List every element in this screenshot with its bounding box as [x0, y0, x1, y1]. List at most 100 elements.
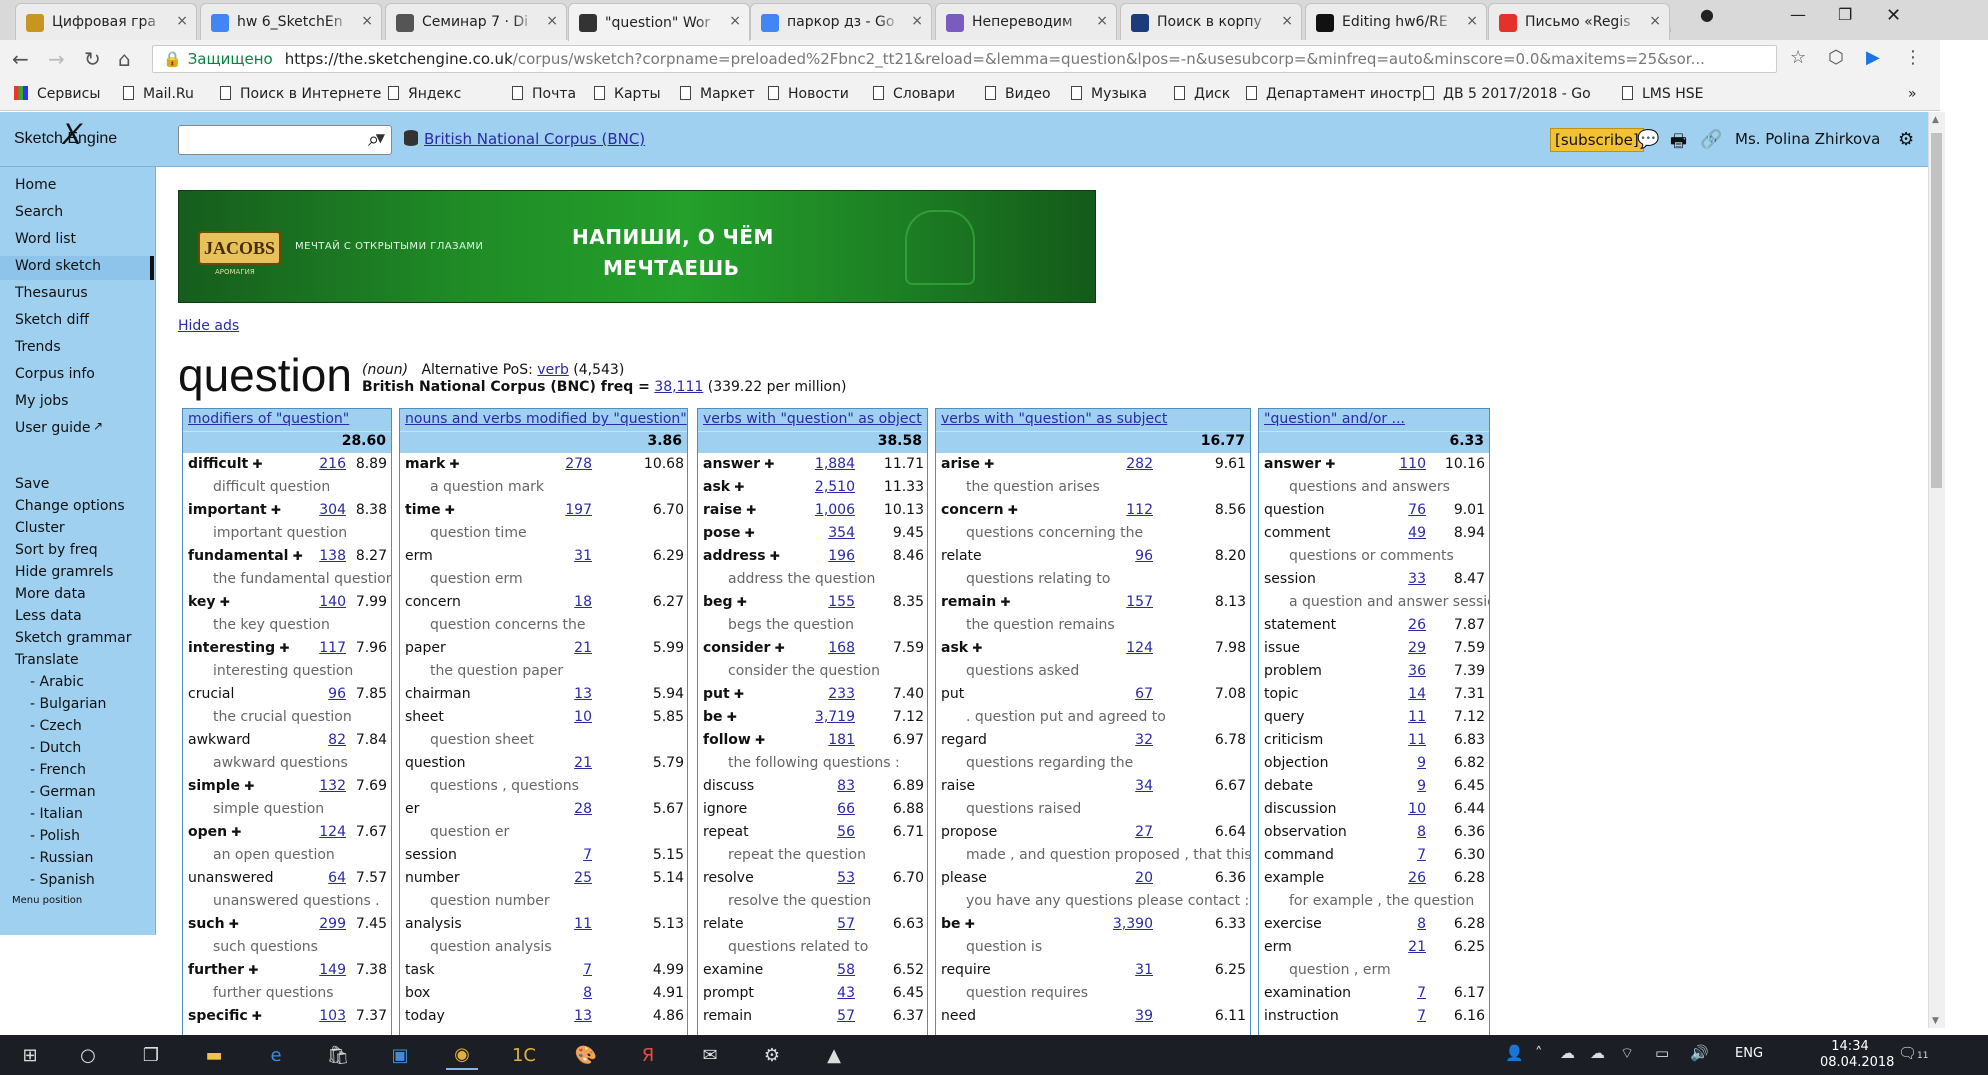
collocate-word[interactable]: answer ✚ — [703, 456, 774, 472]
collocate-freq-link[interactable]: 67 — [1135, 686, 1153, 702]
bookmark-item[interactable]: Яндекс — [388, 86, 461, 102]
scroll-up-icon[interactable]: ▲ — [1932, 115, 1939, 125]
search-taskbar-icon[interactable]: ○ — [72, 1040, 104, 1070]
collocate-word[interactable]: difficult ✚ — [188, 456, 262, 472]
sidebar-item-search[interactable]: Search — [15, 204, 63, 220]
browser-tab[interactable]: паркор дз - Go × — [750, 3, 932, 40]
collocate-word[interactable]: fundamental ✚ — [188, 548, 303, 564]
collocate-word[interactable]: remain — [703, 1008, 752, 1024]
collocate-word[interactable]: remain ✚ — [941, 594, 1010, 610]
reload-icon[interactable]: ↻ — [84, 47, 101, 71]
sidebar-action-less-data[interactable]: Less data — [15, 608, 82, 624]
collocate-freq-link[interactable]: 21 — [574, 640, 592, 656]
collocate-word[interactable]: command — [1264, 847, 1334, 863]
collocate-word[interactable]: raise — [941, 778, 975, 794]
sidebar-item-word-list[interactable]: Word list — [15, 231, 76, 247]
collocate-word[interactable]: examine — [703, 962, 763, 978]
collocate-word[interactable]: comment — [1264, 525, 1331, 541]
collocate-word[interactable]: need — [941, 1008, 976, 1024]
collocate-word[interactable]: concern — [405, 594, 461, 610]
sidebar-item-home[interactable]: Home — [15, 177, 56, 193]
plus-icon[interactable]: ✚ — [742, 503, 756, 517]
bookmark-item[interactable]: ДВ 5 2017/2018 - Go — [1423, 86, 1591, 102]
sidebar-item-trends[interactable]: Trends — [15, 339, 61, 355]
plus-icon[interactable]: ✚ — [751, 733, 765, 747]
collocate-freq-link[interactable]: 168 — [828, 640, 855, 656]
collocate-freq-link[interactable]: 13 — [574, 1008, 592, 1024]
close-tab-icon[interactable]: × — [911, 13, 923, 29]
collocate-word[interactable]: further ✚ — [188, 962, 258, 978]
sidebar-language[interactable]: - German — [30, 784, 96, 800]
yandex-icon[interactable]: Я — [632, 1040, 664, 1070]
collocate-freq-link[interactable]: 21 — [574, 755, 592, 771]
user-name[interactable]: Ms. Polina Zhirkova — [1735, 130, 1880, 148]
sidebar-item-sketch-diff[interactable]: Sketch diff — [15, 312, 89, 328]
collocate-word[interactable]: task — [405, 962, 434, 978]
gramrel-link[interactable]: "question" and/or ... — [1264, 411, 1405, 427]
collocate-freq-link[interactable]: 96 — [328, 686, 346, 702]
collocate-word[interactable]: please — [941, 870, 987, 886]
sidebar-action-translate[interactable]: Translate — [15, 652, 79, 668]
collocate-freq-link[interactable]: 7 — [1417, 847, 1426, 863]
sidebar-action-sketch-grammar[interactable]: Sketch grammar — [15, 630, 131, 646]
collocate-freq-link[interactable]: 27 — [1135, 824, 1153, 840]
collocate-word[interactable]: concern ✚ — [941, 502, 1018, 518]
menu-icon[interactable]: ⋮ — [1904, 47, 1922, 68]
plus-icon[interactable]: ✚ — [968, 641, 982, 655]
collocate-freq-link[interactable]: 7 — [583, 962, 592, 978]
collocate-word[interactable]: problem — [1264, 663, 1322, 679]
sidebar-action-save[interactable]: Save — [15, 476, 49, 492]
collocate-freq-link[interactable]: 3,390 — [1113, 916, 1153, 932]
sidebar-language[interactable]: - Arabic — [30, 674, 84, 690]
sidebar-language[interactable]: - Italian — [30, 806, 83, 822]
collocate-word[interactable]: key ✚ — [188, 594, 230, 610]
collocate-freq-link[interactable]: 57 — [837, 916, 855, 932]
sidebar-item-word-sketch[interactable]: Word sketch — [0, 256, 154, 280]
collocate-word[interactable]: arise ✚ — [941, 456, 994, 472]
bookmark-item[interactable]: Новости — [768, 86, 849, 102]
collocate-word[interactable]: debate — [1264, 778, 1313, 794]
collocate-freq-link[interactable]: 10 — [1408, 801, 1426, 817]
gramrel-header[interactable]: "question" and/or ... — [1259, 409, 1489, 431]
collocate-freq-link[interactable]: 10 — [574, 709, 592, 725]
collocate-freq-link[interactable]: 149 — [319, 962, 346, 978]
corpus-link[interactable]: British National Corpus (BNC) — [404, 130, 645, 148]
collocate-word[interactable]: beg ✚ — [703, 594, 747, 610]
close-tab-icon[interactable]: × — [361, 13, 373, 29]
collocate-word[interactable]: prompt — [703, 985, 754, 1001]
collocate-freq-link[interactable]: 304 — [319, 502, 346, 518]
browser-tab[interactable]: "question" Wor × — [568, 3, 750, 41]
sketch-engine-logo[interactable]: Sketch Engine X — [14, 118, 117, 151]
plus-icon[interactable]: ✚ — [248, 457, 262, 471]
collocate-word[interactable]: statement — [1264, 617, 1336, 633]
sidebar-item-thesaurus[interactable]: Thesaurus — [15, 285, 88, 301]
plus-icon[interactable]: ✚ — [723, 710, 737, 724]
collocate-freq-link[interactable]: 155 — [828, 594, 855, 610]
search-input[interactable]: ▼ — [178, 125, 392, 155]
collocate-freq-link[interactable]: 3,719 — [815, 709, 855, 725]
collocate-word[interactable]: query — [1264, 709, 1304, 725]
plus-icon[interactable]: ✚ — [766, 549, 780, 563]
plus-icon[interactable]: ✚ — [770, 641, 785, 655]
windows-start-icon[interactable]: ⊞ — [14, 1040, 46, 1070]
browser-tab[interactable]: hw 6_SketchEn × — [200, 3, 382, 40]
freq-link[interactable]: 38,111 — [654, 379, 703, 395]
collocate-word[interactable]: question — [405, 755, 465, 771]
bookmark-item[interactable]: Маркет — [680, 86, 755, 102]
collocate-freq-link[interactable]: 21 — [1408, 939, 1426, 955]
maximize-button[interactable]: ❐ — [1838, 5, 1852, 24]
collocate-word[interactable]: propose — [941, 824, 997, 840]
gramrel-header[interactable]: verbs with "question" as subject — [936, 409, 1250, 431]
gramrel-header[interactable]: verbs with "question" as object — [698, 409, 927, 431]
sidebar-language[interactable]: - Russian — [30, 850, 93, 866]
collocate-freq-link[interactable]: 82 — [328, 732, 346, 748]
plus-icon[interactable]: ✚ — [248, 1009, 262, 1023]
collocate-freq-link[interactable]: 39 — [1135, 1008, 1153, 1024]
collocate-freq-link[interactable]: 197 — [565, 502, 592, 518]
collocate-freq-link[interactable]: 29 — [1408, 640, 1426, 656]
close-tab-icon[interactable]: × — [176, 13, 188, 29]
collocate-word[interactable]: pose ✚ — [703, 525, 755, 541]
collocate-word[interactable]: be ✚ — [941, 916, 975, 932]
sidebar-action-change-options[interactable]: Change options — [15, 498, 125, 514]
task-view-icon[interactable]: ❐ — [135, 1040, 167, 1070]
